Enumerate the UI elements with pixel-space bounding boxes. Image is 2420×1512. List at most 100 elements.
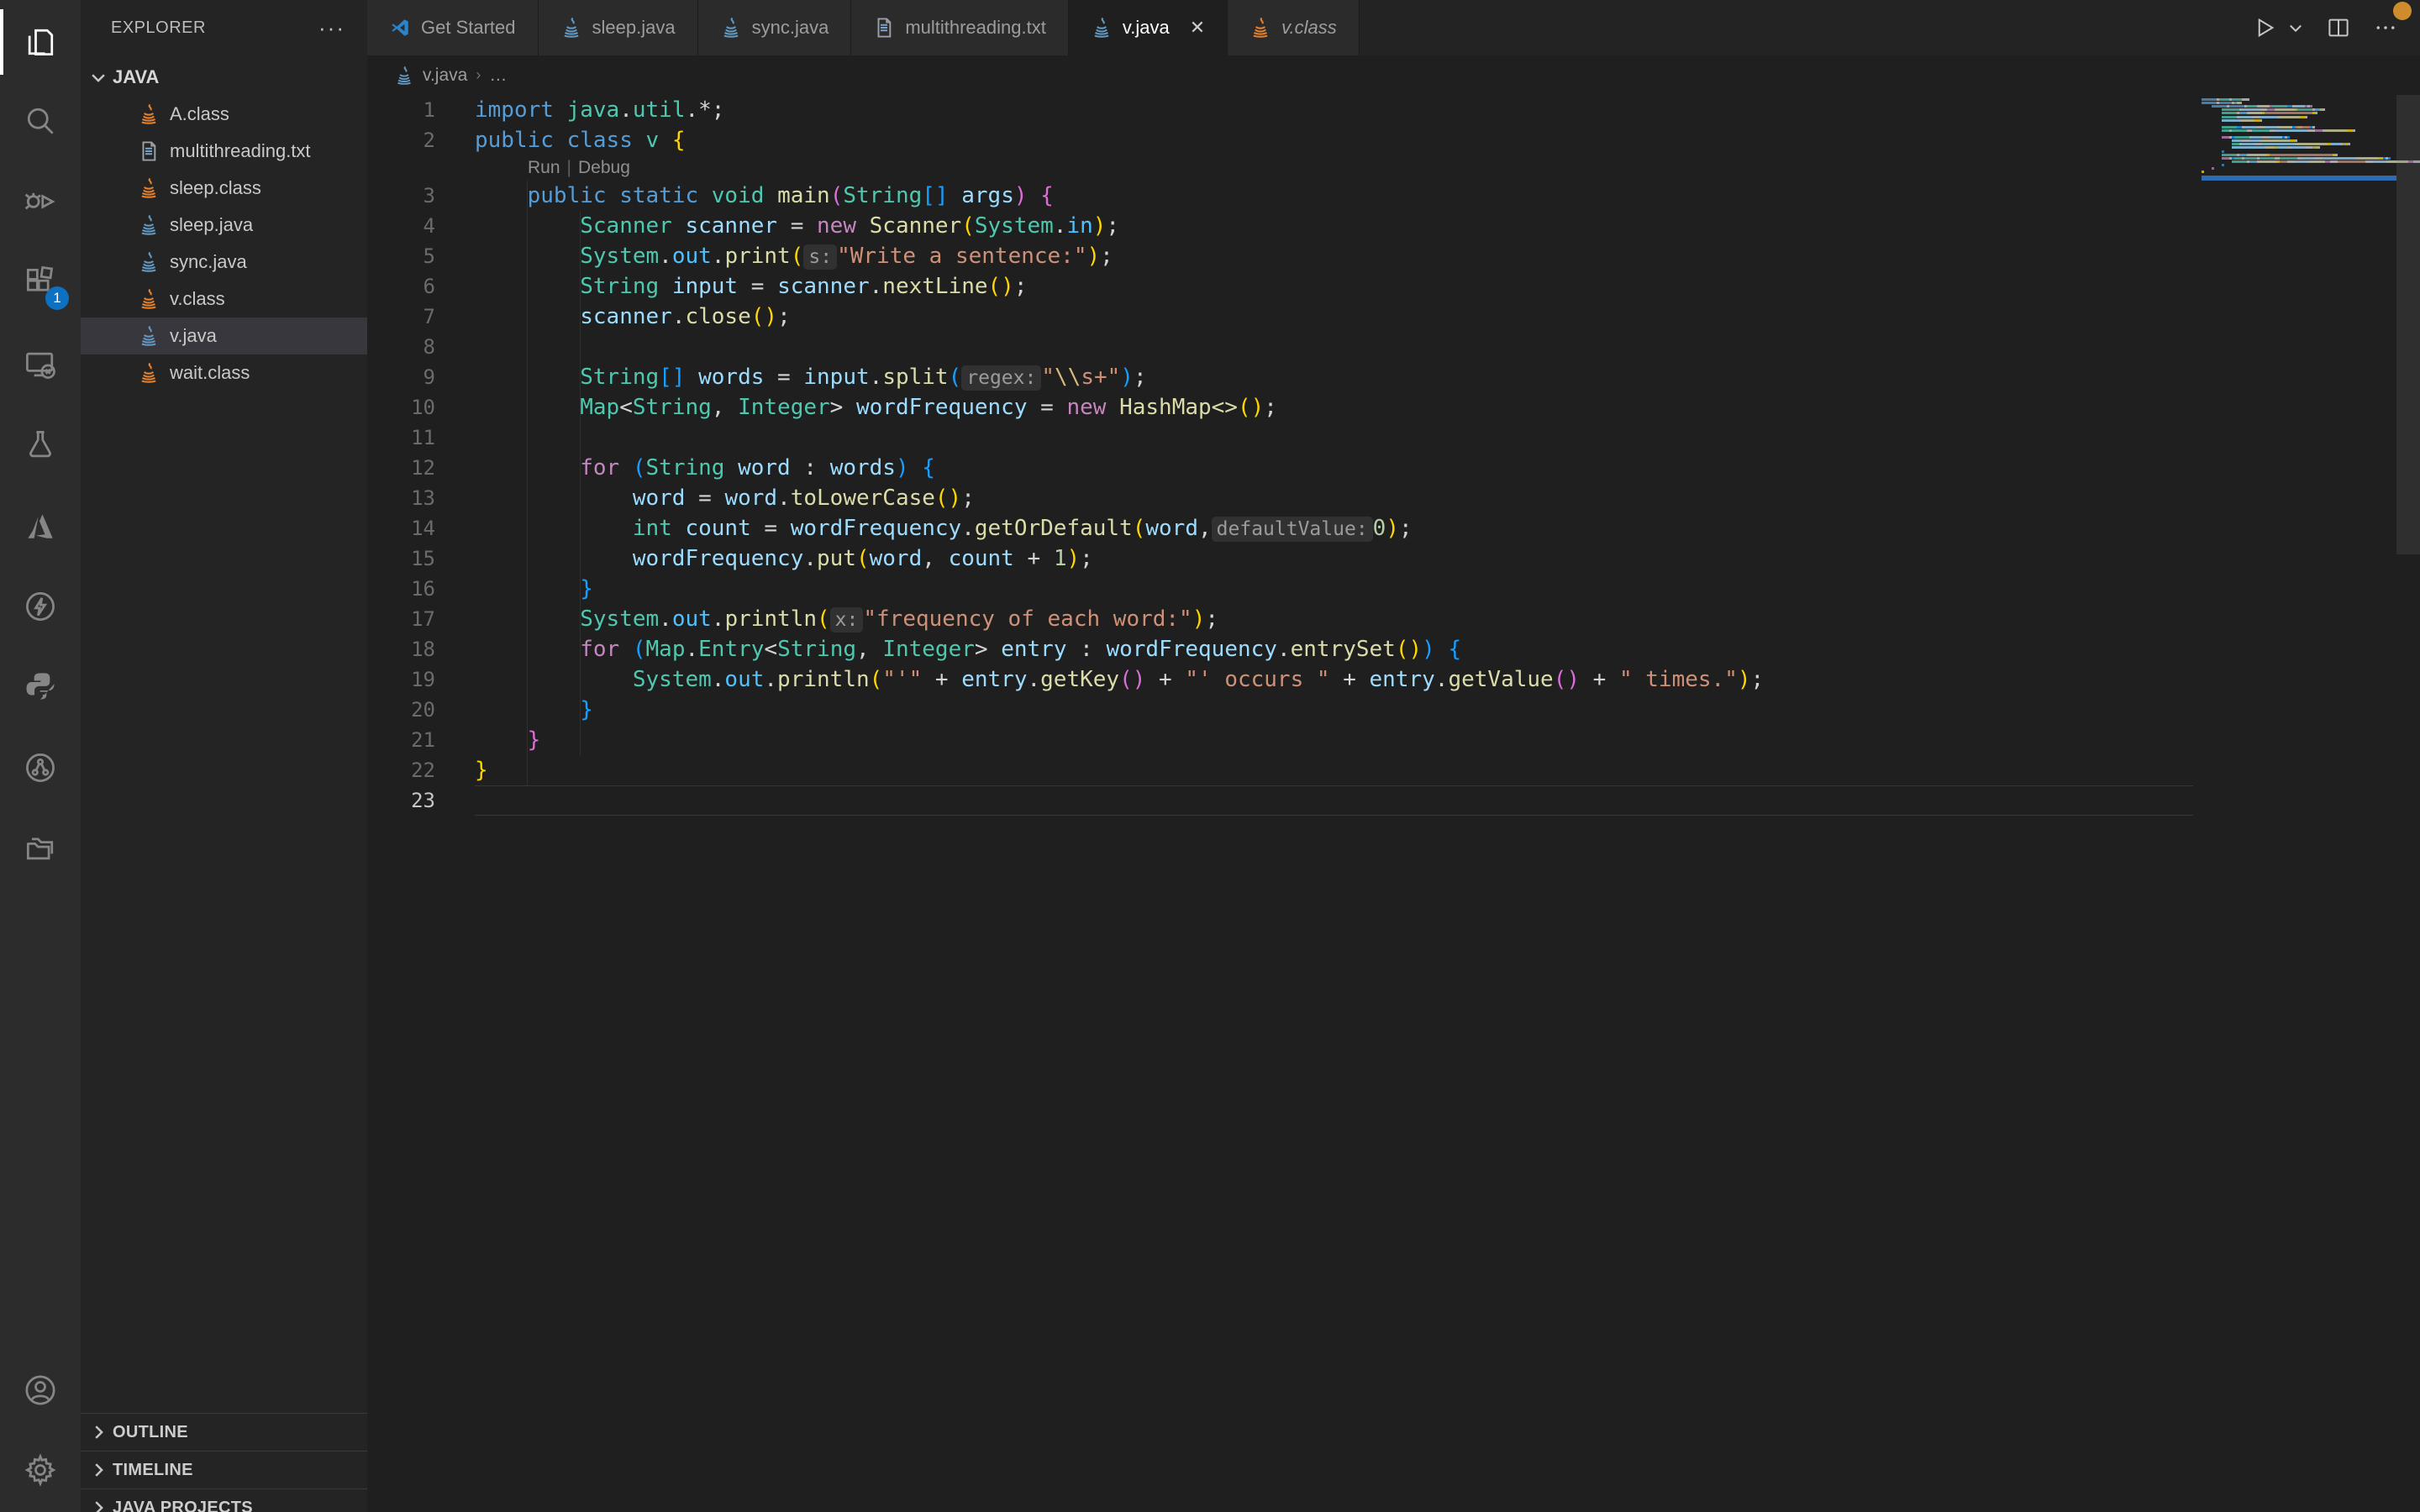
tree-root-java[interactable]: JAVA [81, 59, 367, 96]
code-line-14[interactable]: 14 int count = wordFrequency.getOrDefaul… [367, 513, 2420, 543]
code-line-23[interactable]: 23 [367, 785, 2420, 816]
line-number[interactable]: 4 [367, 211, 475, 241]
code-line-12[interactable]: 12 for (String word : words) { [367, 453, 2420, 483]
vertical-scrollbar[interactable] [2396, 95, 2420, 554]
code-line-6[interactable]: 6 String input = scanner.nextLine(); [367, 271, 2420, 302]
tab-multithreading.txt[interactable]: multithreading.txt [851, 0, 1069, 55]
code-line-9[interactable]: 9 String[] words = input.split(regex:"\\… [367, 362, 2420, 392]
java-source-icon [720, 17, 742, 39]
activity-bar-run-debug-icon[interactable] [0, 164, 81, 239]
line-number[interactable]: 6 [367, 271, 475, 302]
code-line-22[interactable]: 22} [367, 755, 2420, 785]
editor-actions [2252, 0, 2398, 55]
code-line-18[interactable]: 18 for (Map.Entry<String, Integer> entry… [367, 634, 2420, 664]
close-icon[interactable]: ✕ [1190, 17, 1205, 39]
tab-get-started[interactable]: Get Started [367, 0, 539, 55]
code-line-19[interactable]: 19 System.out.println("'" + entry.getKey… [367, 664, 2420, 695]
tab-label: Get Started [421, 17, 516, 39]
codelens-run-link[interactable]: Run [528, 158, 560, 177]
code-text: System.out.println(x:"frequency of each … [475, 604, 1218, 634]
tree-item-v.java[interactable]: v.java [81, 318, 367, 354]
tab-v.class[interactable]: v.class [1228, 0, 1360, 55]
code-editor[interactable]: 1import java.util.*;2public class v { Run… [367, 95, 2420, 1512]
code-line-17[interactable]: 17 System.out.println(x:"frequency of ea… [367, 604, 2420, 634]
line-number[interactable]: 5 [367, 241, 475, 271]
more-actions-icon[interactable]: ··· [318, 15, 345, 41]
activity-bar-explorer-icon[interactable] [0, 4, 81, 80]
section-outline[interactable]: OUTLINE [81, 1413, 367, 1451]
code-line-16[interactable]: 16 } [367, 574, 2420, 604]
activity-bar-python-icon[interactable] [0, 648, 81, 724]
code-line-10[interactable]: 10 Map<String, Integer> wordFrequency = … [367, 392, 2420, 423]
line-number[interactable]: 20 [367, 695, 475, 725]
minimap[interactable] [2202, 98, 2396, 216]
split-editor-icon[interactable] [2326, 15, 2351, 40]
section-timeline[interactable]: TIMELINE [81, 1451, 367, 1488]
activity-bar-project-folders-icon[interactable] [0, 810, 81, 885]
line-number[interactable]: 3 [367, 181, 475, 211]
code-text: System.out.println("'" + entry.getKey() … [475, 664, 1764, 695]
minimap-line [2202, 119, 2396, 122]
tree-item-sleep.class[interactable]: sleep.class [81, 170, 367, 207]
tree-item-A.class[interactable]: A.class [81, 96, 367, 133]
activity-bar-thunder-client-icon[interactable] [0, 569, 81, 644]
activity-bar-settings-icon[interactable] [0, 1432, 81, 1508]
line-number[interactable]: 8 [367, 332, 475, 362]
activity-bar-source-graph-icon[interactable] [0, 730, 81, 806]
line-number[interactable]: 2 [367, 125, 475, 155]
line-number[interactable]: 18 [367, 634, 475, 664]
run-button[interactable] [2252, 15, 2277, 40]
text-file-icon [138, 140, 160, 162]
line-number[interactable]: 15 [367, 543, 475, 574]
line-number[interactable]: 23 [367, 785, 475, 816]
line-number[interactable]: 10 [367, 392, 475, 423]
code-line-8[interactable]: 8 [367, 332, 2420, 362]
section-java-projects[interactable]: JAVA PROJECTS [81, 1488, 367, 1512]
run-dropdown-chevron-icon[interactable] [2287, 19, 2304, 36]
line-number[interactable]: 14 [367, 513, 475, 543]
more-actions-icon[interactable] [2373, 15, 2398, 40]
tree-item-wait.class[interactable]: wait.class [81, 354, 367, 391]
tab-sleep.java[interactable]: sleep.java [539, 0, 698, 55]
tree-item-multithreading.txt[interactable]: multithreading.txt [81, 133, 367, 170]
tree-item-sleep.java[interactable]: sleep.java [81, 207, 367, 244]
line-number[interactable]: 16 [367, 574, 475, 604]
section-label: TIMELINE [113, 1461, 193, 1480]
activity-bar-testing-icon[interactable] [0, 407, 81, 482]
line-number[interactable]: 13 [367, 483, 475, 513]
activity-bar-remote-explorer-icon[interactable] [0, 327, 81, 402]
code-line-4[interactable]: 4 Scanner scanner = new Scanner(System.i… [367, 211, 2420, 241]
code-line-13[interactable]: 13 word = word.toLowerCase(); [367, 483, 2420, 513]
minimap-line [2202, 123, 2396, 125]
code-line-5[interactable]: 5 System.out.print(s:"Write a sentence:"… [367, 241, 2420, 271]
activity-bar-extensions-icon[interactable]: 1 [0, 244, 81, 320]
line-number[interactable]: 7 [367, 302, 475, 332]
breadcrumb-file[interactable]: v.java [423, 66, 467, 86]
tab-sync.java[interactable]: sync.java [698, 0, 852, 55]
code-line-15[interactable]: 15 wordFrequency.put(word, count + 1); [367, 543, 2420, 574]
line-number[interactable]: 12 [367, 453, 475, 483]
line-number[interactable]: 22 [367, 755, 475, 785]
tree-item-v.class[interactable]: v.class [81, 281, 367, 318]
code-line-20[interactable]: 20 } [367, 695, 2420, 725]
activity-bar-azure-icon[interactable] [0, 489, 81, 564]
codelens-debug-link[interactable]: Debug [578, 158, 630, 177]
line-number[interactable]: 11 [367, 423, 475, 453]
activity-bar-search-icon[interactable] [0, 83, 81, 159]
line-number[interactable]: 19 [367, 664, 475, 695]
tree-item-sync.java[interactable]: sync.java [81, 244, 367, 281]
tab-v.java[interactable]: v.java✕ [1069, 0, 1228, 55]
code-line-21[interactable]: 21 } [367, 725, 2420, 755]
code-line-11[interactable]: 11 [367, 423, 2420, 453]
line-number[interactable]: 1 [367, 95, 475, 125]
line-number[interactable]: 17 [367, 604, 475, 634]
code-line-1[interactable]: 1import java.util.*; [367, 95, 2420, 125]
activity-bar-account-icon[interactable] [0, 1352, 81, 1428]
line-number[interactable]: 9 [367, 362, 475, 392]
code-line-7[interactable]: 7 scanner.close(); [367, 302, 2420, 332]
code-line-3[interactable]: 3 public static void main(String[] args)… [367, 181, 2420, 211]
minimap-line [2202, 139, 2396, 142]
breadcrumb-more[interactable]: … [489, 66, 507, 86]
line-number[interactable]: 21 [367, 725, 475, 755]
code-line-2[interactable]: 2public class v { [367, 125, 2420, 155]
